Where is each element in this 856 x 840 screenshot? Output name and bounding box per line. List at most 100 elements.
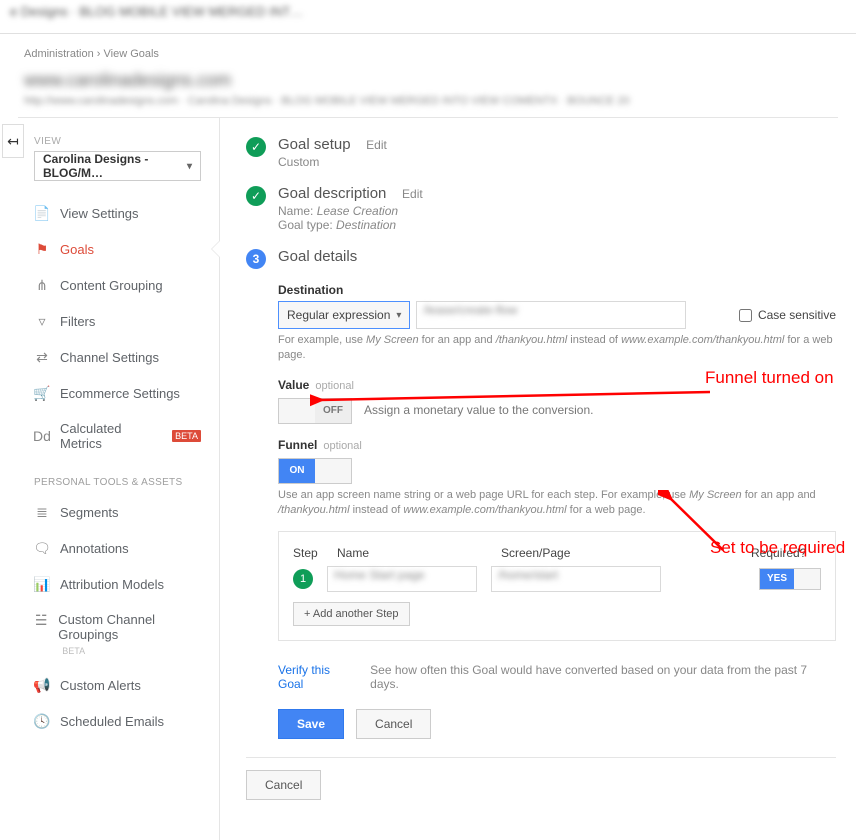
destination-label: Destination <box>278 283 836 297</box>
col-screen: Screen/Page <box>501 546 671 560</box>
sidebar-item-label: Filters <box>60 314 95 329</box>
sidebar-item-label: Scheduled Emails <box>60 714 164 729</box>
footer-cancel-button[interactable]: Cancel <box>246 770 321 800</box>
destination-help: For example, use My Screen for an app an… <box>278 333 836 364</box>
sidebar-item-goals[interactable]: ⚑ Goals <box>0 231 219 267</box>
sidebar-item-label: View Settings <box>60 206 139 221</box>
add-step-button[interactable]: + Add another Step <box>293 602 410 626</box>
sidebar-item-filters[interactable]: ▿ Filters <box>0 303 219 339</box>
match-type-value: Regular expression <box>287 308 390 322</box>
property-title-blurred: www.carolinadesigns.com <box>24 70 832 91</box>
step-goal-details: 3 Goal details <box>246 248 836 269</box>
sidebar-item-attribution-models[interactable]: 📊 Attribution Models <box>0 566 219 602</box>
breadcrumb-goals: View Goals <box>104 48 159 60</box>
toggle-off: OFF <box>315 399 351 423</box>
verify-text: See how often this Goal would have conve… <box>370 663 836 691</box>
required-toggle[interactable]: YES <box>759 568 821 590</box>
sidebar-item-scheduled-emails[interactable]: 🕓 Scheduled Emails <box>0 703 219 739</box>
sidebar-item-content-grouping[interactable]: ⋔ Content Grouping <box>0 267 219 303</box>
step-sub: Name: Lease Creation Goal type: Destinat… <box>278 204 423 232</box>
breadcrumb-admin[interactable]: Administration <box>24 48 94 60</box>
sidebar-item-label: Attribution Models <box>60 577 164 592</box>
segments-icon: ≣ <box>34 504 50 520</box>
bars-icon: 📊 <box>34 576 50 592</box>
sidebar-item-label: Custom Channel Groupings <box>58 612 155 642</box>
funnel-icon: ▿ <box>34 313 50 329</box>
funnel-step-number: 1 <box>293 569 313 589</box>
step-title: Goal setup <box>278 136 351 153</box>
grouping-icon: ⋔ <box>34 277 50 293</box>
browser-tab-bar: e Designs · BLOG MOBILE VIEW MERGED INT… <box>0 0 856 34</box>
sidebar: ↤ VIEW Carolina Designs - BLOG/M… ▾ 📄 Vi… <box>0 118 220 840</box>
sidebar-item-label: Ecommerce Settings <box>60 386 180 401</box>
step-sub: Custom <box>278 155 387 169</box>
channel-icon: ⇄ <box>34 349 50 365</box>
breadcrumb-sep: › <box>97 48 101 60</box>
sidebar-item-channel-settings[interactable]: ⇄ Channel Settings <box>0 339 219 375</box>
main-content: ✓ Goal setup Edit Custom ✓ Goal descript… <box>220 118 856 840</box>
sidebar-item-custom-alerts[interactable]: 📢 Custom Alerts <box>0 667 219 703</box>
sidebar-item-segments[interactable]: ≣ Segments <box>0 494 219 530</box>
step-number-badge: 3 <box>246 249 266 269</box>
clock-icon: 🕓 <box>34 713 50 729</box>
case-sensitive-checkbox[interactable] <box>739 309 752 322</box>
dd-icon: Dd <box>34 428 50 444</box>
edit-link[interactable]: Edit <box>402 187 423 201</box>
match-type-dropdown[interactable]: Regular expression ▾ <box>278 301 410 329</box>
funnel-step-name-input[interactable]: Home Start page <box>327 566 477 592</box>
flag-icon: ⚑ <box>34 241 50 257</box>
funnel-step-name-blurred: Home Start page <box>334 568 425 582</box>
property-header: www.carolinadesigns.com http://www.carol… <box>0 66 856 117</box>
step-goal-description[interactable]: ✓ Goal description Edit Name: Lease Crea… <box>246 185 836 232</box>
toggle-empty <box>279 399 315 423</box>
arrow-left-icon: ↤ <box>7 133 19 150</box>
sidebar-item-view-settings[interactable]: 📄 View Settings <box>0 195 219 231</box>
destination-value-blurred: /lease/create-flow <box>423 303 517 317</box>
sidebar-item-custom-channel-groupings[interactable]: ☱ Custom Channel Groupings BETA <box>0 602 219 667</box>
view-label: VIEW <box>0 128 219 151</box>
edit-link[interactable]: Edit <box>366 138 387 152</box>
beta-badge-gray: BETA <box>62 646 85 656</box>
grouping-alt-icon: ☱ <box>34 612 48 628</box>
funnel-help: Use an app screen name string or a web p… <box>278 488 836 519</box>
funnel-toggle[interactable]: ON <box>278 458 352 484</box>
value-toggle[interactable]: OFF <box>278 398 352 424</box>
sidebar-item-ecommerce-settings[interactable]: 🛒 Ecommerce Settings <box>0 375 219 411</box>
sidebar-section-tools: PERSONAL TOOLS & ASSETS <box>0 461 219 494</box>
speech-icon: 🗨 <box>34 540 50 556</box>
col-required: Required? <box>751 546 821 560</box>
sidebar-item-label: Custom Alerts <box>60 678 141 693</box>
sidebar-item-label: Goals <box>60 242 94 257</box>
breadcrumb: Administration › View Goals <box>0 34 856 66</box>
toggle-empty <box>794 569 820 589</box>
funnel-step-row: 1 Home Start page /home/start YES <box>293 566 821 592</box>
destination-input[interactable]: /lease/create-flow <box>416 301 686 329</box>
value-assign-text: Assign a monetary value to the conversio… <box>364 403 593 417</box>
megaphone-icon: 📢 <box>34 677 50 693</box>
tab-title-blurred: e Designs · BLOG MOBILE VIEW MERGED INT… <box>0 0 856 23</box>
step-goal-setup[interactable]: ✓ Goal setup Edit Custom <box>246 136 836 169</box>
case-sensitive-label: Case sensitive <box>758 308 836 322</box>
beta-badge: BETA <box>172 430 201 442</box>
back-button[interactable]: ↤ <box>2 124 24 158</box>
view-selector[interactable]: Carolina Designs - BLOG/M… ▾ <box>34 151 201 181</box>
sidebar-item-label: Content Grouping <box>60 278 163 293</box>
verify-row: Verify this Goal See how often this Goal… <box>278 663 836 691</box>
funnel-step-screen-input[interactable]: /home/start <box>491 566 661 592</box>
sidebar-item-label: Segments <box>60 505 119 520</box>
view-name: Carolina Designs - BLOG/M… <box>43 152 187 180</box>
case-sensitive-wrap[interactable]: Case sensitive <box>739 308 836 322</box>
sidebar-item-annotations[interactable]: 🗨 Annotations <box>0 530 219 566</box>
save-button[interactable]: Save <box>278 709 344 739</box>
property-sub-blurred: http://www.carolinadesigns.com · Carolin… <box>24 95 832 107</box>
step-title: Goal description <box>278 185 386 202</box>
sidebar-item-label: Channel Settings <box>60 350 159 365</box>
col-step: Step <box>293 546 323 560</box>
cancel-button[interactable]: Cancel <box>356 709 431 739</box>
chevron-down-icon: ▾ <box>187 161 192 172</box>
funnel-label: Funneloptional <box>278 438 836 452</box>
toggle-empty <box>315 459 351 483</box>
sidebar-item-calculated-metrics[interactable]: Dd Calculated Metrics BETA <box>0 411 219 461</box>
toggle-yes: YES <box>760 569 794 589</box>
verify-link[interactable]: Verify this Goal <box>278 663 358 691</box>
